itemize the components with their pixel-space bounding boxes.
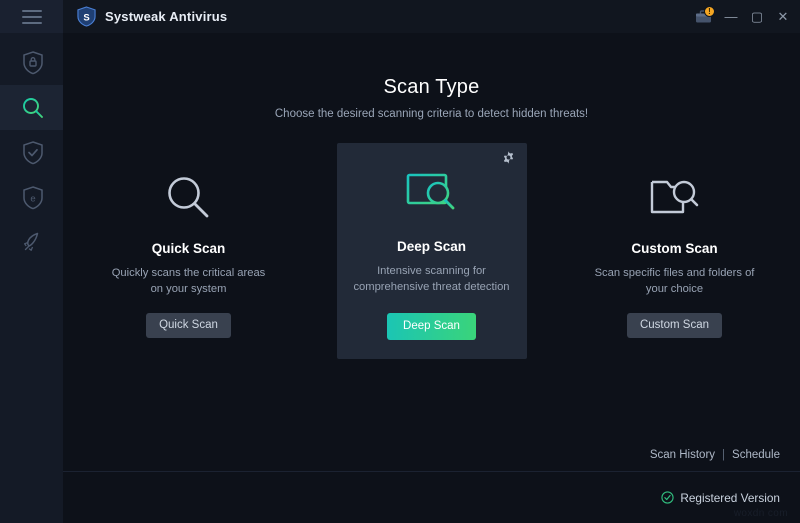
sidebar-item-browser[interactable]: e — [0, 175, 63, 220]
custom-scan-button[interactable]: Custom Scan — [627, 313, 722, 338]
watermark: woxdn com — [734, 508, 788, 519]
svg-text:e: e — [30, 193, 35, 204]
sidebar-item-protection[interactable] — [0, 40, 63, 85]
magnifier-icon — [163, 172, 215, 224]
shield-check-icon — [21, 140, 45, 166]
app-title: Systweak Antivirus — [105, 9, 227, 24]
card-title-quick: Quick Scan — [94, 241, 284, 256]
maximize-button[interactable]: ▢ — [744, 0, 770, 33]
registration-status: Registered Version — [661, 491, 780, 505]
quick-scan-button[interactable]: Quick Scan — [146, 313, 231, 338]
card-desc-quick: Quickly scans the critical areas on your… — [94, 265, 284, 297]
status-bar: Registered Version — [63, 472, 800, 523]
scan-card-quick[interactable]: Quick Scan Quickly scans the critical ar… — [94, 143, 284, 338]
card-icon-custom — [580, 170, 770, 226]
svg-text:S: S — [83, 12, 89, 23]
window-controls: ! — ▢ ✕ — [688, 0, 800, 33]
rocket-icon — [20, 230, 45, 255]
minimize-button[interactable]: — — [718, 0, 744, 33]
application-window: S Systweak Antivirus ! — ▢ ✕ — [0, 0, 800, 523]
card-desc-deep: Intensive scanning for comprehensive thr… — [337, 263, 527, 295]
shield-lock-icon — [21, 50, 45, 76]
schedule-link[interactable]: Schedule — [732, 449, 780, 461]
toolbox-badge: ! — [704, 6, 715, 17]
window-body: e Scan Type Choose the desired scanning … — [0, 33, 800, 523]
deep-scan-button[interactable]: Deep Scan — [387, 313, 476, 340]
sidebar: e — [0, 33, 63, 523]
sidebar-item-status[interactable] — [0, 130, 63, 175]
card-desc-custom: Scan specific files and folders of your … — [580, 265, 770, 297]
sidebar-item-optimize[interactable] — [0, 220, 63, 265]
toolbox-icon[interactable]: ! — [688, 0, 718, 33]
scan-card-custom[interactable]: Custom Scan Scan specific files and fold… — [580, 143, 770, 338]
sidebar-item-scan[interactable] — [0, 85, 63, 130]
page-subtitle: Choose the desired scanning criteria to … — [63, 108, 800, 120]
card-icon-quick — [94, 170, 284, 226]
page-header: Scan Type Choose the desired scanning cr… — [63, 33, 800, 120]
card-title-custom: Custom Scan — [580, 241, 770, 256]
brand: S Systweak Antivirus — [63, 6, 227, 27]
deep-scan-settings-button[interactable] — [502, 151, 515, 169]
check-circle-icon — [661, 491, 674, 504]
links-separator: | — [722, 449, 725, 461]
monitor-search-icon — [404, 171, 460, 221]
page-title: Scan Type — [63, 76, 800, 99]
close-button[interactable]: ✕ — [770, 0, 800, 33]
scan-history-link[interactable]: Scan History — [650, 449, 715, 461]
scan-type-cards: Quick Scan Quickly scans the critical ar… — [63, 143, 800, 359]
card-title-deep: Deep Scan — [337, 239, 527, 254]
main-content: Scan Type Choose the desired scanning cr… — [63, 33, 800, 523]
scan-card-deep[interactable]: Deep Scan Intensive scanning for compreh… — [337, 143, 527, 359]
gear-icon — [502, 151, 515, 164]
registration-label: Registered Version — [680, 491, 780, 505]
menu-button[interactable] — [0, 0, 63, 33]
card-icon-deep — [337, 168, 527, 224]
hamburger-icon — [22, 10, 42, 24]
title-bar: S Systweak Antivirus ! — ▢ ✕ — [0, 0, 800, 33]
search-icon — [20, 95, 46, 121]
folder-search-icon — [648, 174, 702, 222]
app-logo-icon: S — [77, 6, 96, 27]
footer-links: Scan History | Schedule — [650, 449, 780, 461]
shield-e-icon: e — [21, 185, 45, 211]
